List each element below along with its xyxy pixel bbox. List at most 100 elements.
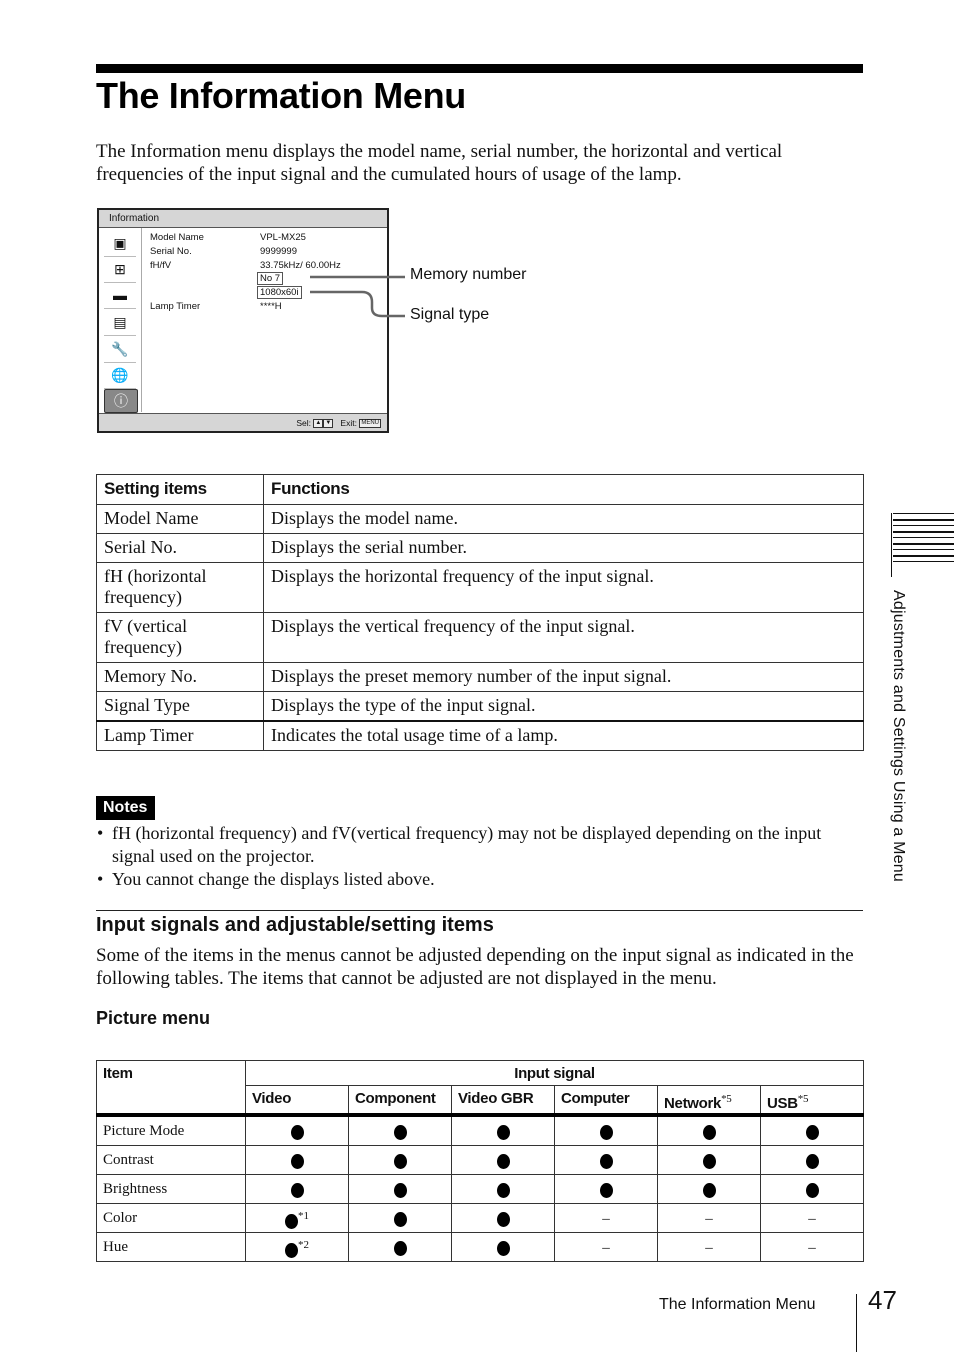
- table-row: Picture Mode: [96, 1114, 864, 1146]
- header-item: Item: [96, 1060, 246, 1117]
- supported-cell: [657, 1114, 761, 1146]
- header-functions: Functions: [263, 474, 864, 505]
- note-item: fH (horizontal frequency) and fV(vertica…: [96, 822, 866, 868]
- column-header: Network*5: [657, 1085, 761, 1117]
- column-label: Component: [355, 1090, 436, 1107]
- table-row: Model Name Displays the model name.: [96, 504, 864, 534]
- info-icon: ⓘ: [104, 389, 138, 413]
- menu-list-icon: ▤: [104, 311, 136, 336]
- filled-circle-icon: [290, 1153, 304, 1169]
- column-label: Video GBR: [458, 1090, 534, 1107]
- supported-cell: [245, 1114, 349, 1146]
- row-item: Brightness: [96, 1174, 246, 1204]
- setting-item: Model Name: [96, 504, 264, 534]
- osd-label-lamp: Lamp Timer: [150, 301, 201, 312]
- osd-title: Information: [99, 210, 387, 228]
- filled-circle-icon: [496, 1124, 510, 1140]
- footnote-ref: *2: [298, 1238, 309, 1251]
- filled-circle-icon: [393, 1211, 407, 1227]
- filled-circle-icon: [290, 1124, 304, 1140]
- note-item: You cannot change the displays listed ab…: [96, 868, 866, 891]
- dash-mark: –: [808, 1211, 816, 1227]
- supported-cell: [451, 1174, 555, 1204]
- information-table: Setting items Functions Model Name Displa…: [96, 474, 864, 751]
- menu-key-icon: MENU: [359, 419, 381, 429]
- filled-circle-icon: [805, 1153, 819, 1169]
- osd-label-serial: Serial No.: [150, 246, 192, 257]
- memory-number-label: Memory number: [410, 266, 527, 283]
- picture-icon: ▣: [104, 232, 136, 257]
- filled-circle-icon: [393, 1124, 407, 1140]
- callout-lines: [310, 275, 405, 318]
- unsupported-cell: –: [657, 1203, 761, 1233]
- side-tab-bar: [891, 513, 892, 577]
- function-text: Displays the horizontal frequency of the…: [263, 562, 864, 613]
- table-row: Serial No. Displays the serial number.: [96, 533, 864, 563]
- supported-cell: [348, 1174, 452, 1204]
- supported-cell: [554, 1174, 658, 1204]
- header-setting-items: Setting items: [96, 474, 264, 505]
- intro-paragraph: The Information menu displays the model …: [96, 141, 783, 185]
- osd-sidebar: ▣ ⊞ ▬ ▤ 🔧 🌐 ⓘ: [99, 228, 142, 413]
- dash-mark: –: [705, 1240, 713, 1256]
- dash-mark: –: [602, 1240, 610, 1256]
- column-header: Video: [245, 1085, 349, 1117]
- signal-type-label: Signal type: [410, 306, 490, 323]
- osd-memory-box: No 7: [257, 272, 284, 285]
- supported-cell: [348, 1232, 452, 1262]
- page-title: The Information Menu: [96, 75, 466, 116]
- picture-menu-table: Item Input signal Video Component Video GB…: [96, 1060, 864, 1262]
- column-header: USB*5: [760, 1085, 864, 1117]
- function-text: Displays the model name.: [263, 504, 864, 534]
- table-row: Brightness: [96, 1174, 864, 1204]
- setting-item: Serial No.: [96, 533, 264, 563]
- chapter-side-tab: Adjustments and Settings Using a Menu: [890, 590, 907, 883]
- globe-icon: 🌐: [104, 364, 136, 389]
- filled-circle-icon: [393, 1182, 407, 1198]
- filled-circle-icon: [393, 1153, 407, 1169]
- filled-circle-icon: [599, 1153, 613, 1169]
- supported-cell: [451, 1203, 555, 1233]
- unsupported-cell: –: [554, 1232, 658, 1262]
- row-item: Hue: [96, 1232, 246, 1262]
- setting-item: fV (vertical frequency): [96, 612, 264, 663]
- supported-cell: [657, 1145, 761, 1175]
- supported-cell: *1: [245, 1203, 349, 1233]
- column-label: Video: [252, 1090, 292, 1107]
- filled-circle-icon: [805, 1182, 819, 1198]
- table-row: Hue *2 – – –: [96, 1232, 864, 1262]
- setup-icon: ▬: [104, 284, 136, 309]
- osd-signal-box: 1080x60i: [257, 286, 302, 299]
- osd-sel-label: Sel:: [296, 418, 312, 428]
- section-heading: Input signals and adjustable/setting ite…: [96, 914, 494, 936]
- filled-circle-icon: [496, 1240, 510, 1256]
- filled-circle-icon: [599, 1124, 613, 1140]
- function-text: Displays the serial number.: [263, 533, 864, 563]
- screen-icon: ⊞: [104, 258, 136, 283]
- osd-exit-label: Exit:: [340, 418, 357, 428]
- supported-cell: [451, 1114, 555, 1146]
- supported-cell: [760, 1145, 864, 1175]
- unsupported-cell: –: [760, 1203, 864, 1233]
- header-input-signal: Input signal: [245, 1060, 864, 1086]
- section-paragraph: Some of the items in the menus cannot be…: [96, 945, 854, 989]
- supported-cell: [657, 1174, 761, 1204]
- column-header: Component: [348, 1085, 452, 1117]
- dash-mark: –: [705, 1211, 713, 1227]
- function-text: Displays the type of the input signal.: [263, 691, 864, 722]
- table-row: Signal Type Displays the type of the inpu…: [96, 691, 864, 722]
- wrench-icon: 🔧: [104, 338, 136, 363]
- table-row: Contrast: [96, 1145, 864, 1175]
- osd-footer: Sel: ▲ ▼ Exit: MENU: [99, 413, 387, 431]
- up-key-icon: ▲: [313, 419, 324, 429]
- filled-circle-icon: [496, 1211, 510, 1227]
- filled-circle-icon: [285, 1243, 298, 1259]
- table-row: Memory No. Displays the preset memory num…: [96, 662, 864, 692]
- signal-callout-line: [310, 290, 405, 318]
- footnote-ref: *5: [721, 1093, 732, 1105]
- setting-item: Signal Type: [96, 691, 264, 722]
- dash-mark: –: [602, 1211, 610, 1227]
- unsupported-cell: –: [657, 1232, 761, 1262]
- function-text: Displays the preset memory number of the…: [263, 662, 864, 692]
- side-tab-lines: [893, 513, 954, 567]
